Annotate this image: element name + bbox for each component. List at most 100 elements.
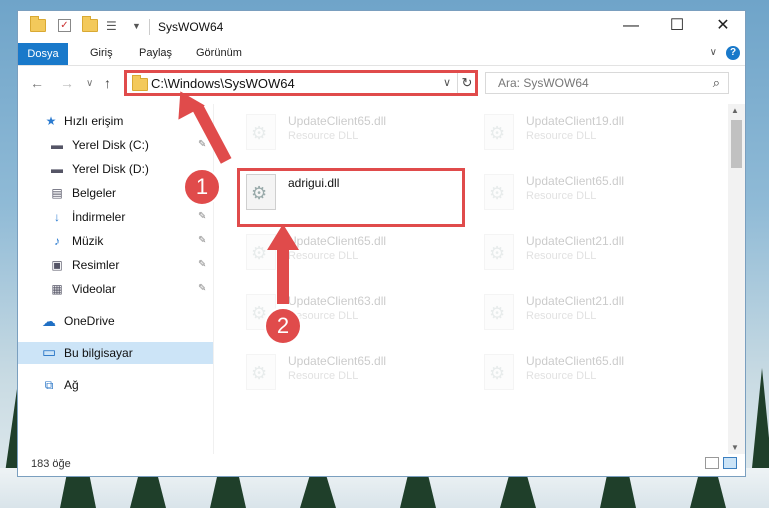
sidebar-item-videos[interactable]: ▦ Videolar ✎	[18, 278, 213, 300]
up-button[interactable]: ↑	[104, 75, 111, 91]
item-count: 183 öğe	[31, 458, 71, 470]
sidebar-item-label: OneDrive	[64, 314, 115, 328]
file-name: UpdateClient19.dll	[526, 114, 625, 128]
sidebar-item-pictures[interactable]: ▣ Resimler ✎	[18, 254, 213, 276]
tab-dosya[interactable]: Dosya	[18, 43, 68, 65]
scroll-up-icon[interactable]: ▲	[731, 106, 739, 115]
tab-giris[interactable]: Giriş	[90, 47, 113, 59]
sidebar-item-onedrive[interactable]: ☁ OneDrive	[18, 310, 213, 332]
refresh-button[interactable]: ↻	[457, 72, 477, 94]
scroll-down-icon[interactable]: ▼	[731, 443, 739, 452]
file-type: Resource DLL	[526, 310, 597, 322]
tab-gorunum[interactable]: Görünüm	[196, 47, 242, 59]
file-item[interactable]: UpdateClient65.dll Resource DLL	[240, 110, 460, 158]
dll-file-icon	[484, 114, 514, 150]
recent-locations-button[interactable]: ∨	[86, 78, 93, 89]
tab-paylas[interactable]: Paylaş	[139, 47, 172, 59]
back-button[interactable]: ←	[30, 75, 44, 91]
vertical-scrollbar[interactable]: ▲ ▼	[728, 104, 745, 454]
status-bar: 183 öğe	[18, 452, 745, 476]
file-type: Resource DLL	[526, 370, 597, 382]
file-name: UpdateClient65.dll	[526, 174, 625, 188]
properties-icon[interactable]: ✓	[58, 19, 71, 32]
dll-file-icon	[484, 174, 514, 210]
pin-icon[interactable]: ✎	[198, 211, 206, 222]
minimize-button[interactable]: —	[608, 11, 654, 41]
details-view-icon[interactable]	[705, 457, 719, 469]
sidebar-item-disk-d[interactable]: ▬ Yerel Disk (D:)	[18, 158, 213, 180]
file-item[interactable]: UpdateClient21.dll Resource DLL	[478, 230, 698, 278]
dll-file-icon	[246, 114, 276, 150]
sidebar-item-downloads[interactable]: ↓ İndirmeler ✎	[18, 206, 213, 228]
file-name: UpdateClient63.dll	[288, 294, 387, 308]
sidebar-item-disk-c[interactable]: ▬ Yerel Disk (C:) ✎	[18, 134, 213, 156]
file-type: Resource DLL	[288, 130, 359, 142]
navigation-pane: ★ Hızlı erişim ▬ Yerel Disk (C:) ✎ ▬ Yer…	[18, 104, 214, 454]
file-name: UpdateClient65.dll	[526, 354, 625, 368]
download-icon: ↓	[54, 210, 60, 224]
drive-icon: ▬	[51, 138, 63, 152]
file-explorer-window: ✓ ☰ ▼ SysWOW64 — ☐ ✕ Dosya Giriş Paylaş …	[17, 10, 746, 477]
file-name: UpdateClient65.dll	[288, 234, 387, 248]
dll-file-icon	[246, 354, 276, 390]
address-bar[interactable]: C:\Windows\SysWOW64 ∨	[126, 72, 458, 94]
ribbon-tabs: Dosya Giriş Paylaş Görünüm ∨ ?	[18, 43, 745, 66]
sidebar-item-label: İndirmeler	[72, 210, 126, 224]
file-item[interactable]: UpdateClient65.dll Resource DLL	[478, 170, 698, 218]
pin-icon[interactable]: ✎	[198, 139, 206, 150]
file-name: UpdateClient21.dll	[526, 234, 625, 248]
sidebar-item-network[interactable]: ⧉ Ağ	[18, 374, 213, 396]
maximize-button[interactable]: ☐	[654, 11, 700, 41]
file-item[interactable]: UpdateClient19.dll Resource DLL	[478, 110, 698, 158]
file-highlight-box	[237, 168, 465, 227]
sidebar-item-label: Belgeler	[72, 186, 117, 200]
navigation-bar: ← → ∨ ↑ C:\Windows\SysWOW64 ∨ ↻ Ara: Sys…	[18, 66, 745, 100]
pin-icon[interactable]: ✎	[198, 283, 206, 294]
close-button[interactable]: ✕	[700, 11, 746, 41]
folder-icon	[30, 16, 46, 35]
cloud-icon: ☁	[42, 313, 56, 329]
network-icon: ⧉	[44, 378, 54, 392]
sidebar-item-music[interactable]: ♪ Müzik ✎	[18, 230, 213, 252]
sidebar-item-label: Ağ	[64, 378, 79, 392]
window-title: SysWOW64	[158, 20, 224, 34]
scrollbar-thumb[interactable]	[731, 120, 742, 168]
search-icon[interactable]: ⌕	[713, 75, 720, 91]
star-icon: ★	[45, 114, 57, 128]
pin-icon[interactable]: ✎	[198, 235, 206, 246]
computer-icon: ▭	[42, 344, 57, 361]
drive-icon: ▬	[51, 162, 63, 176]
file-item[interactable]: UpdateClient21.dll Resource DLL	[478, 290, 698, 338]
address-dropdown-icon[interactable]: ∨	[443, 76, 451, 89]
large-icons-view-icon[interactable]	[723, 457, 737, 469]
address-folder-icon	[132, 75, 148, 94]
dll-file-icon	[484, 294, 514, 330]
file-type: Resource DLL	[526, 130, 597, 142]
file-name: UpdateClient21.dll	[526, 294, 625, 308]
title-separator	[149, 19, 150, 35]
search-input[interactable]: Ara: SysWOW64	[498, 76, 589, 90]
ribbon-collapse-icon[interactable]: ∨	[710, 47, 717, 58]
videos-icon: ▦	[51, 282, 63, 296]
pictures-icon: ▣	[51, 258, 63, 272]
sidebar-item-label: Resimler	[72, 258, 120, 272]
address-path[interactable]: C:\Windows\SysWOW64	[151, 76, 295, 91]
quick-access-dropdown-icon[interactable]: ▼	[132, 21, 141, 31]
pin-icon[interactable]: ✎	[198, 259, 206, 270]
customize-toolbar-icon[interactable]: ☰	[106, 19, 117, 33]
sidebar-item-label: Hızlı erişim	[64, 114, 124, 128]
dll-file-icon	[484, 234, 514, 270]
help-icon[interactable]: ?	[726, 46, 740, 60]
forward-button[interactable]: →	[60, 75, 74, 91]
file-item[interactable]: UpdateClient65.dll Resource DLL	[478, 350, 698, 398]
search-box[interactable]: Ara: SysWOW64 ⌕	[485, 72, 729, 94]
new-folder-icon[interactable]	[82, 16, 98, 35]
sidebar-item-label: Videolar	[72, 282, 116, 296]
file-list: UpdateClient65.dll Resource DLL UpdateCl…	[228, 104, 728, 454]
sidebar-item-this-pc[interactable]: ▭ Bu bilgisayar	[18, 342, 213, 364]
file-item[interactable]: UpdateClient65.dll Resource DLL	[240, 350, 460, 398]
step-2-badge: 2	[264, 307, 302, 345]
sidebar-item-label: Bu bilgisayar	[64, 346, 133, 360]
title-bar: ✓ ☰ ▼ SysWOW64 — ☐ ✕	[18, 11, 745, 43]
sidebar-item-label: Yerel Disk (C:)	[72, 138, 149, 152]
